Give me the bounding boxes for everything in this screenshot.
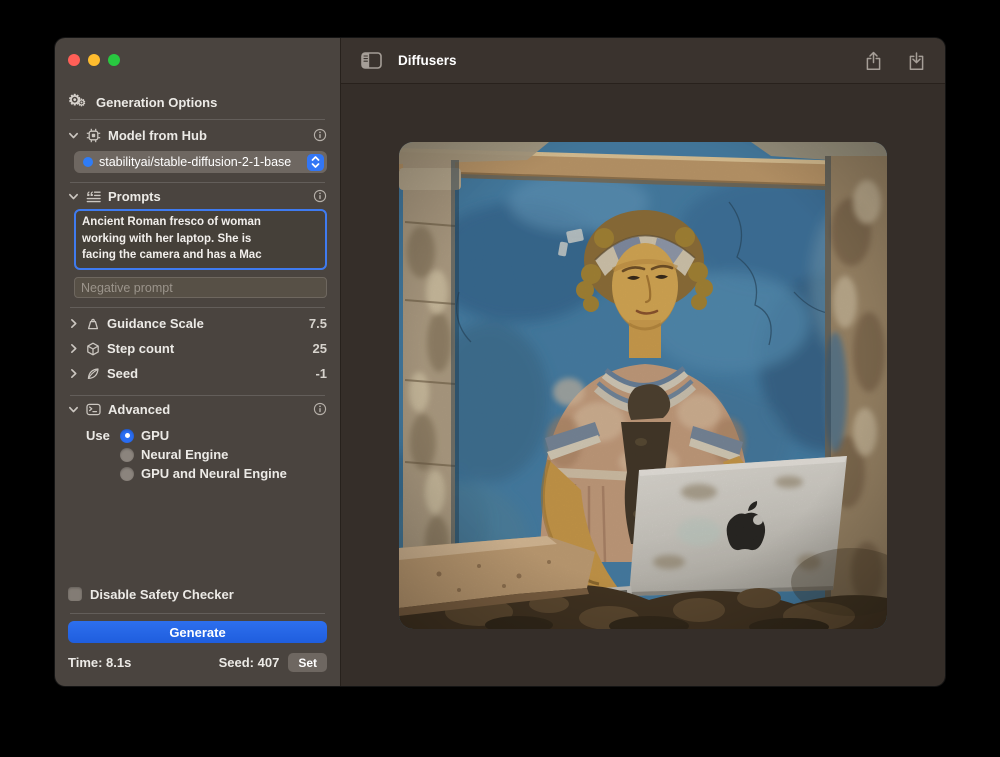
- info-icon[interactable]: [313, 189, 327, 203]
- radio-gpu-and-neural-engine[interactable]: [120, 467, 134, 481]
- generate-button[interactable]: Generate: [68, 621, 327, 643]
- advanced-section-label: Advanced: [108, 402, 170, 417]
- download-icon: [908, 51, 925, 71]
- share-button[interactable]: [865, 51, 882, 71]
- section-prompts[interactable]: Prompts: [68, 183, 327, 209]
- guidance-scale-value: 7.5: [309, 316, 327, 331]
- time-status: Time: 8.1s: [68, 655, 131, 670]
- disable-safety-checker-checkbox[interactable]: [68, 587, 82, 601]
- radio-gpu[interactable]: [120, 429, 134, 443]
- status-bar: Time: 8.1s Seed: 407 Set: [68, 653, 327, 672]
- radio-gpu-and-neural-engine-label: GPU and Neural Engine: [141, 466, 287, 481]
- model-section-label: Model from Hub: [108, 128, 207, 143]
- section-advanced[interactable]: Advanced: [68, 396, 327, 422]
- save-button[interactable]: [908, 51, 925, 71]
- safety-checker-row[interactable]: Disable Safety Checker: [68, 584, 327, 604]
- cpu-icon: [86, 128, 101, 143]
- sidebar-header: ⚙⚙ Generation Options: [68, 94, 327, 110]
- prompt-input[interactable]: Ancient Roman fresco of woman working wi…: [74, 209, 327, 270]
- info-icon[interactable]: [313, 402, 327, 416]
- negative-prompt-input[interactable]: [74, 277, 327, 298]
- chevron-down-icon[interactable]: [68, 130, 79, 141]
- zoom-button[interactable]: [108, 54, 120, 66]
- minimize-button[interactable]: [88, 54, 100, 66]
- divider: [70, 613, 325, 614]
- section-guidance-scale[interactable]: Guidance Scale 7.5: [68, 311, 327, 336]
- divider: [70, 307, 325, 308]
- guidance-scale-label: Guidance Scale: [107, 316, 204, 331]
- weight-icon: [86, 317, 100, 331]
- chevron-right-icon[interactable]: [68, 343, 79, 354]
- model-dropdown[interactable]: stabilityai/stable-diffusion-2-1-base: [74, 151, 327, 173]
- radio-row-gpu[interactable]: Use GPU: [86, 426, 327, 445]
- step-count-label: Step count: [107, 341, 174, 356]
- sidebar: ⚙⚙ Generation Options: [55, 38, 341, 686]
- set-seed-button[interactable]: Set: [288, 653, 327, 672]
- model-dropdown-value: stabilityai/stable-diffusion-2-1-base: [99, 155, 307, 169]
- app-window: ⚙⚙ Generation Options: [55, 38, 945, 686]
- sidebar-toggle-button[interactable]: [361, 52, 382, 69]
- chevron-down-icon[interactable]: [68, 404, 79, 415]
- prompts-section-label: Prompts: [108, 189, 161, 204]
- share-icon: [865, 51, 882, 71]
- window-controls: [68, 54, 327, 66]
- canvas-area: [341, 84, 945, 686]
- close-button[interactable]: [68, 54, 80, 66]
- generated-image[interactable]: [399, 142, 887, 629]
- chevron-right-icon[interactable]: [68, 318, 79, 329]
- chevron-right-icon[interactable]: [68, 368, 79, 379]
- up-down-chevrons-icon: [307, 154, 324, 171]
- radio-neural-engine[interactable]: [120, 448, 134, 462]
- sidebar-toggle-icon: [361, 52, 382, 69]
- terminal-icon: [86, 403, 101, 416]
- radio-row-gpu-and-neural-engine[interactable]: GPU and Neural Engine: [86, 464, 327, 483]
- use-label: Use: [86, 428, 113, 443]
- cube-icon: [86, 342, 100, 356]
- chevron-down-icon[interactable]: [68, 191, 79, 202]
- step-count-value: 25: [313, 341, 327, 356]
- seed-value: -1: [315, 366, 327, 381]
- leaf-icon: [86, 367, 100, 381]
- model-status-dot: [83, 157, 93, 167]
- gears-icon: ⚙⚙: [68, 94, 88, 110]
- radio-row-neural-engine[interactable]: Neural Engine: [86, 445, 327, 464]
- main-pane: Diffusers: [341, 38, 945, 686]
- section-model-from-hub[interactable]: Model from Hub: [68, 120, 327, 150]
- toolbar: Diffusers: [341, 38, 945, 84]
- section-step-count[interactable]: Step count 25: [68, 336, 327, 361]
- seed-status: Seed: 407: [219, 655, 280, 670]
- radio-gpu-label: GPU: [141, 428, 169, 443]
- seed-label: Seed: [107, 366, 138, 381]
- compute-unit-group: Use GPU Neural Engine GPU and Neural Eng…: [86, 426, 327, 483]
- text-quote-icon: [86, 190, 101, 203]
- info-icon[interactable]: [313, 128, 327, 142]
- fresco-illustration: [399, 142, 887, 629]
- sidebar-title: Generation Options: [96, 95, 217, 110]
- window-title: Diffusers: [398, 53, 457, 68]
- disable-safety-checker-label: Disable Safety Checker: [90, 587, 234, 602]
- radio-neural-engine-label: Neural Engine: [141, 447, 228, 462]
- section-seed[interactable]: Seed -1: [68, 361, 327, 386]
